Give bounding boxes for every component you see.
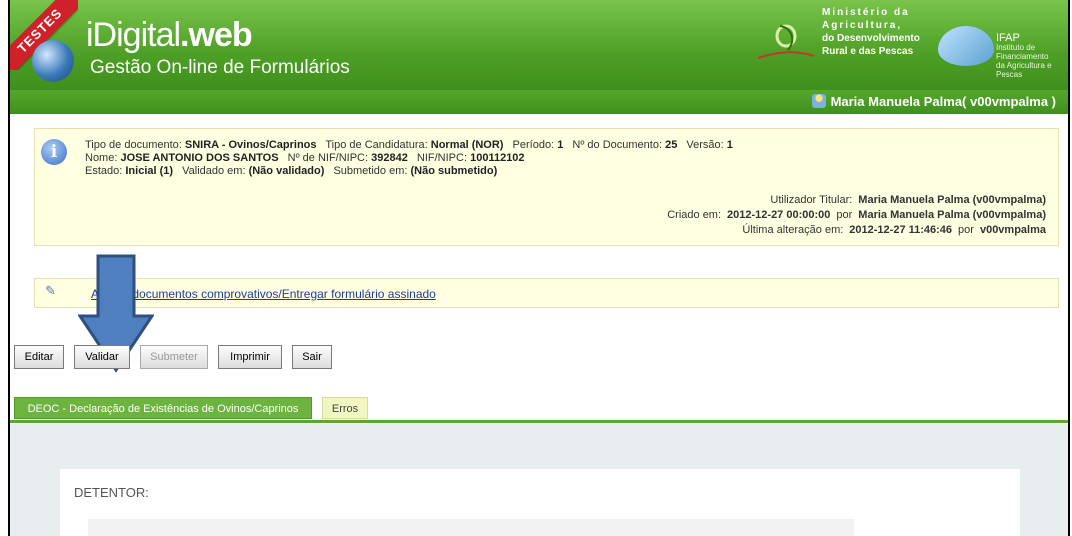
app-title-light: iDigital	[86, 16, 181, 54]
tab-erros[interactable]: Erros	[322, 397, 368, 419]
alteracao-value: 2012-12-27 11:46:46	[849, 224, 953, 236]
detentor-subpanel	[88, 519, 854, 536]
ifap-line-1: Instituto de Financiamento	[996, 43, 1049, 61]
audit-line-3: Última alteração em: 2012-12-27 11:46:46 p…	[667, 223, 1046, 238]
document-info-box: i Tipo de documento: SNIRA - Ovinos/Capr…	[34, 128, 1059, 246]
user-info[interactable]: Maria Manuela Palma( v00vmpalma )	[811, 94, 1056, 109]
validado-label: Validado em:	[182, 165, 246, 177]
ministry-line-2: Agricultura,	[822, 20, 903, 31]
alteracao-label: Última alteração em:	[742, 224, 844, 236]
num-documento-value: 25	[665, 139, 678, 151]
user-bar: Maria Manuela Palma( v00vmpalma )	[10, 90, 1068, 114]
ministry-line-4: Rural e das Pescas	[822, 46, 914, 57]
criado-por-value: Maria Manuela Palma (v00vmpalma)	[858, 209, 1046, 221]
form-tabs: DEOC - Declaração de Existências de Ovin…	[10, 394, 1068, 423]
globe-icon	[32, 40, 74, 82]
app-subtitle: Gestão On-line de Formulários	[90, 57, 350, 78]
criado-por-label: por	[836, 209, 853, 221]
ministry-line-1: Ministério da	[822, 7, 910, 18]
estado-value: Inicial (1)	[125, 165, 174, 177]
tipo-documento-value: SNIRA - Ovinos/Caprinos	[184, 139, 317, 151]
info-line-2: Nome: JOSE ANTONIO DOS SANTOS Nº de NIF/…	[85, 152, 733, 165]
nipc-value: 100112102	[470, 152, 525, 164]
ministry-logo-icon	[757, 24, 815, 59]
nipc-label: NIF/NIPC:	[416, 152, 468, 164]
estado-label: Estado:	[85, 165, 123, 177]
criado-label: Criado em:	[667, 209, 722, 221]
form-content: DETENTOR:	[10, 424, 1068, 536]
submeter-button[interactable]: Submeter	[140, 345, 208, 369]
app-title: iDigital.web	[86, 16, 253, 55]
user-name: Maria Manuela Palma( v00vmpalma )	[830, 94, 1056, 109]
ifap-line-2: da Agricultura e Pescas	[996, 61, 1052, 79]
editar-button[interactable]: Editar	[14, 345, 64, 369]
nome-value: JOSE ANTONIO DOS SANTOS	[120, 152, 279, 164]
app-title-bold: .web	[180, 16, 253, 54]
versao-value: 1	[726, 139, 733, 151]
detentor-panel: DETENTOR:	[60, 469, 1020, 536]
info-line-3: Estado: Inicial (1) Validado em: (Não va…	[85, 165, 733, 178]
ministry-name: Ministério da Agricultura, do Desenvolvi…	[822, 6, 920, 58]
nome-label: Nome:	[85, 152, 118, 164]
periodo-value: 1	[557, 139, 564, 151]
num-documento-label: Nº do Documento:	[572, 139, 663, 151]
submetido-value: (Não submetido)	[410, 165, 498, 177]
ifap-short: IFAP	[996, 32, 1020, 44]
audit-line-1: Utilizador Titular: Maria Manuela Palma (…	[667, 193, 1046, 208]
audit-line-2: Criado em: 2012-12-27 00:00:00 por Maria Ma…	[667, 208, 1046, 223]
ifap-name: IFAP Instituto de Financiamento da Agric…	[996, 32, 1068, 80]
validado-value: (Não validado)	[248, 165, 325, 177]
info-line-1: Tipo de documento: SNIRA - Ovinos/Caprin…	[85, 139, 733, 152]
app-window: TESTES iDigital.web Gestão On-line de Fo…	[8, 0, 1070, 536]
validar-button[interactable]: Validar	[74, 345, 130, 369]
ministry-line-3: do Desenvolvimento	[822, 33, 920, 44]
criado-value: 2012-12-27 00:00:00	[727, 209, 831, 221]
nif-value: 392842	[371, 152, 408, 164]
ifap-logo-icon	[938, 26, 994, 66]
app-header: TESTES iDigital.web Gestão On-line de Fo…	[10, 0, 1068, 90]
tipo-candidatura-label: Tipo de Candidatura:	[325, 139, 428, 151]
document-audit-lines: Utilizador Titular: Maria Manuela Palma (…	[667, 193, 1046, 238]
nif-label: Nº de NIF/NIPC:	[287, 152, 369, 164]
user-icon	[811, 94, 826, 108]
info-icon: i	[41, 139, 67, 165]
document-info-lines: Tipo de documento: SNIRA - Ovinos/Caprin…	[85, 139, 733, 178]
sair-button[interactable]: Sair	[292, 345, 332, 369]
tipo-documento-label: Tipo de documento:	[85, 139, 182, 151]
detentor-title: DETENTOR:	[74, 485, 149, 500]
paperclip-icon: ✎	[45, 283, 56, 298]
utilizador-value: Maria Manuela Palma (v00vmpalma)	[858, 194, 1046, 206]
periodo-label: Período:	[512, 139, 555, 151]
alteracao-por-label: por	[958, 224, 974, 236]
tipo-candidatura-value: Normal (NOR)	[430, 139, 504, 151]
attachments-box: ✎ Anexar documentos comprovativos/Entreg…	[34, 278, 1059, 308]
alteracao-por-value: v00vmpalma	[979, 224, 1046, 236]
imprimir-button[interactable]: Imprimir	[218, 345, 282, 369]
utilizador-label: Utilizador Titular:	[770, 194, 853, 206]
tab-deoc[interactable]: DEOC - Declaração de Existências de Ovin…	[14, 397, 312, 419]
submetido-label: Submetido em:	[333, 165, 408, 177]
versao-label: Versão:	[686, 139, 724, 151]
